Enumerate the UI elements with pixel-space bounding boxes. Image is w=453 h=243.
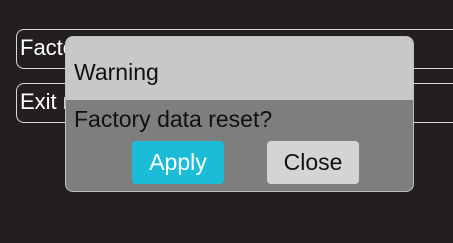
close-button[interactable]: Close: [267, 141, 359, 184]
dialog-message: Factory data reset?: [74, 106, 273, 132]
apply-button[interactable]: Apply: [132, 141, 224, 184]
warning-dialog: Warning Factory data reset? Apply Close: [65, 36, 414, 192]
dialog-title: Warning: [74, 59, 159, 85]
dialog-header: Warning: [66, 37, 413, 100]
screen: Factory data reset Exit menu Warning Fac…: [0, 0, 453, 243]
